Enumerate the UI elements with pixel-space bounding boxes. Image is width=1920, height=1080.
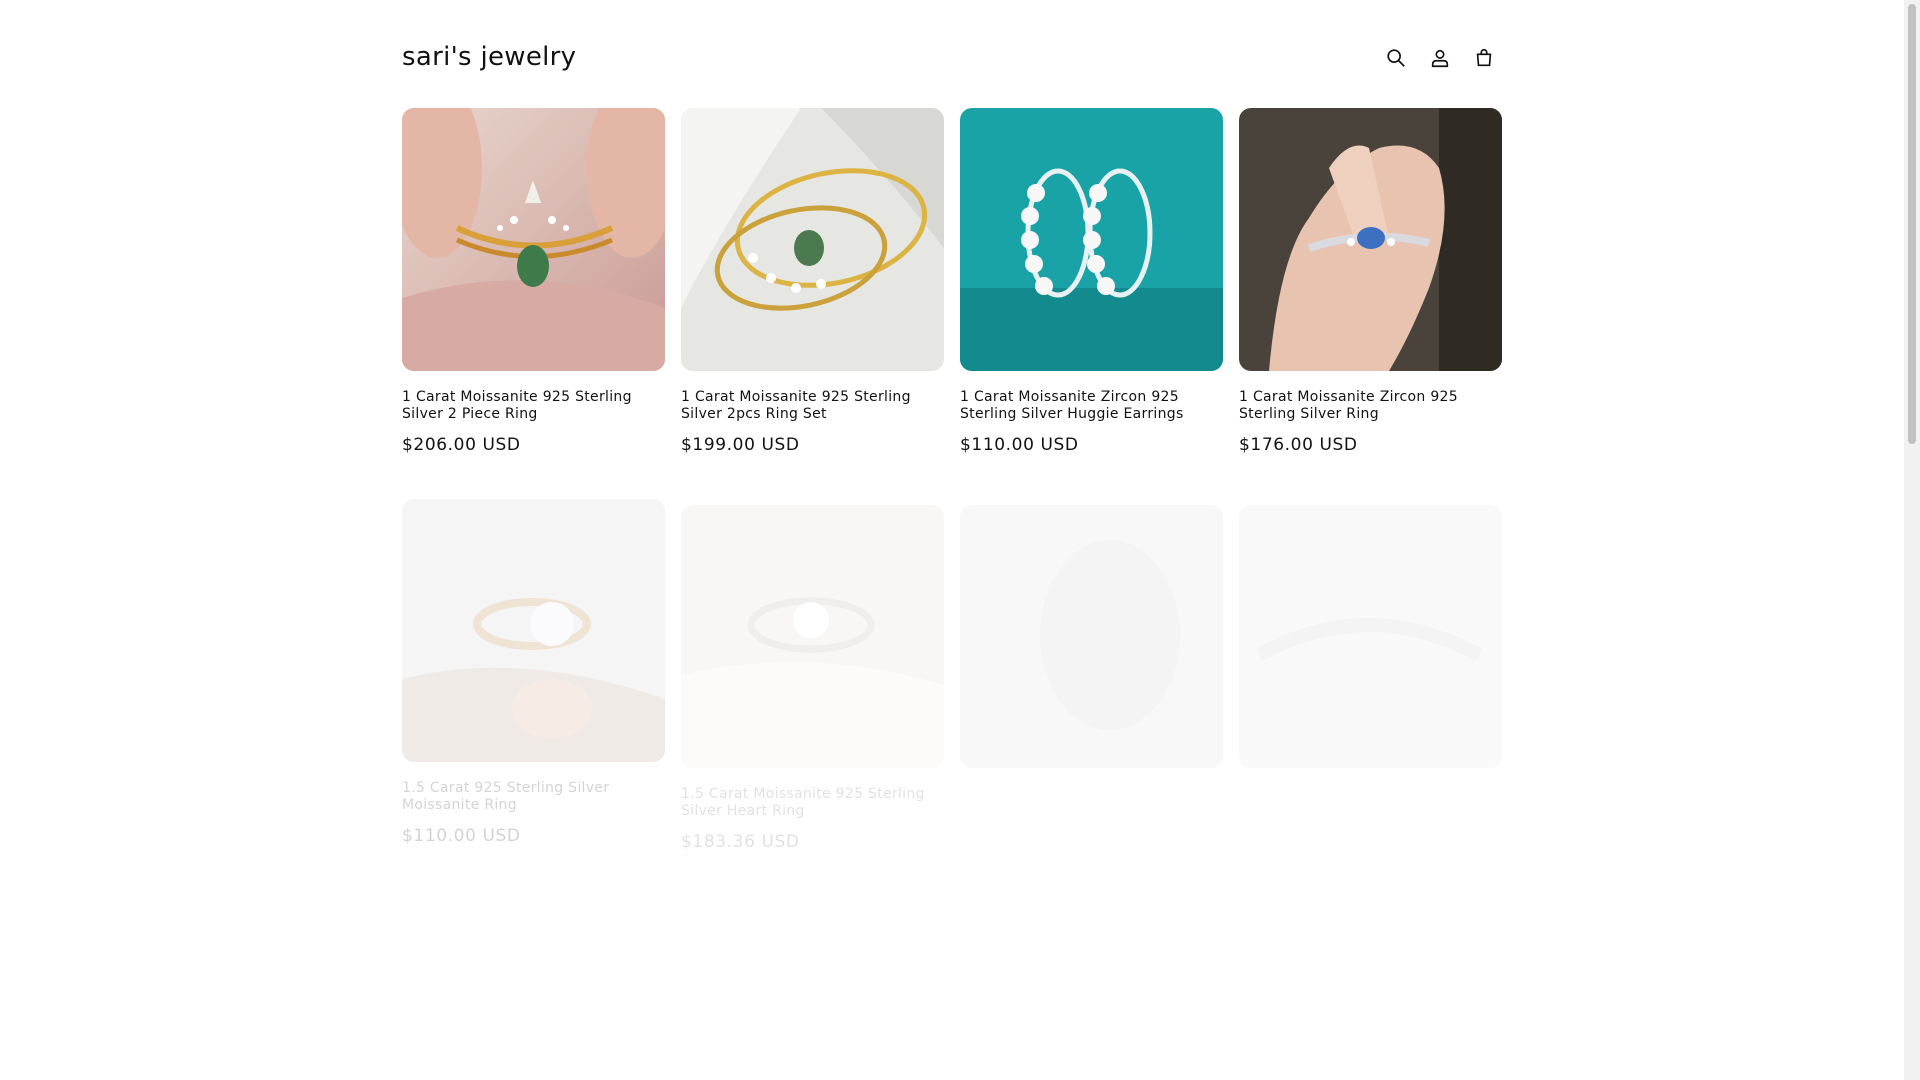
product-price: $183.36 USD [681, 832, 800, 852]
product-image[interactable] [960, 108, 1223, 371]
product-card[interactable] [1239, 505, 1502, 768]
product-image[interactable] [681, 505, 944, 768]
account-button[interactable] [1424, 42, 1456, 74]
product-card[interactable]: 1 Carat Moissanite 925 Sterling Silver 2… [681, 108, 944, 455]
product-image[interactable] [402, 108, 665, 371]
product-title[interactable]: 1.5 Carat 925 Sterling Silver Moissanite… [402, 780, 665, 814]
product-image[interactable] [681, 108, 944, 371]
product-card[interactable]: 1 Carat Moissanite 925 Sterling Silver 2… [402, 108, 665, 455]
product-card[interactable]: 1 Carat Moissanite Zircon 925 Sterling S… [1239, 108, 1502, 455]
product-title[interactable]: 1 Carat Moissanite 925 Sterling Silver 2… [681, 389, 944, 423]
search-icon [1387, 49, 1405, 67]
product-card[interactable]: 1 Carat Moissanite Zircon 925 Sterling S… [960, 108, 1223, 455]
product-price: $110.00 USD [960, 435, 1079, 455]
product-title[interactable]: 1.5 Carat Moissanite 925 Sterling Silver… [681, 786, 944, 820]
product-image[interactable] [1239, 505, 1502, 768]
product-price: $110.00 USD [402, 826, 521, 846]
product-image[interactable] [960, 505, 1223, 768]
account-icon [1431, 49, 1449, 68]
scrollbar[interactable] [1904, 0, 1920, 1080]
product-card[interactable]: 1.5 Carat Moissanite 925 Sterling Silver… [681, 505, 944, 852]
product-title[interactable]: 1 Carat Moissanite Zircon 925 Sterling S… [960, 389, 1223, 423]
product-card[interactable]: 1.5 Carat 925 Sterling Silver Moissanite… [402, 499, 665, 846]
site-header: sari's jewelry [402, 30, 1502, 86]
product-image[interactable] [1239, 108, 1502, 371]
product-image[interactable] [402, 499, 665, 762]
cart-button[interactable] [1468, 42, 1500, 74]
product-price: $199.00 USD [681, 435, 800, 455]
product-price: $206.00 USD [402, 435, 521, 455]
cart-icon [1476, 48, 1492, 67]
product-card[interactable] [960, 505, 1223, 768]
search-button[interactable] [1380, 42, 1412, 74]
product-title[interactable]: 1 Carat Moissanite 925 Sterling Silver 2… [402, 389, 665, 423]
scrollbar-thumb[interactable] [1908, 4, 1916, 444]
store-logo[interactable]: sari's jewelry [402, 42, 576, 72]
product-title[interactable]: 1 Carat Moissanite Zircon 925 Sterling S… [1239, 389, 1502, 423]
storefront-page: sari's jewelry 1 Carat Moissanite 925 St… [0, 0, 1904, 1080]
product-price: $176.00 USD [1239, 435, 1358, 455]
